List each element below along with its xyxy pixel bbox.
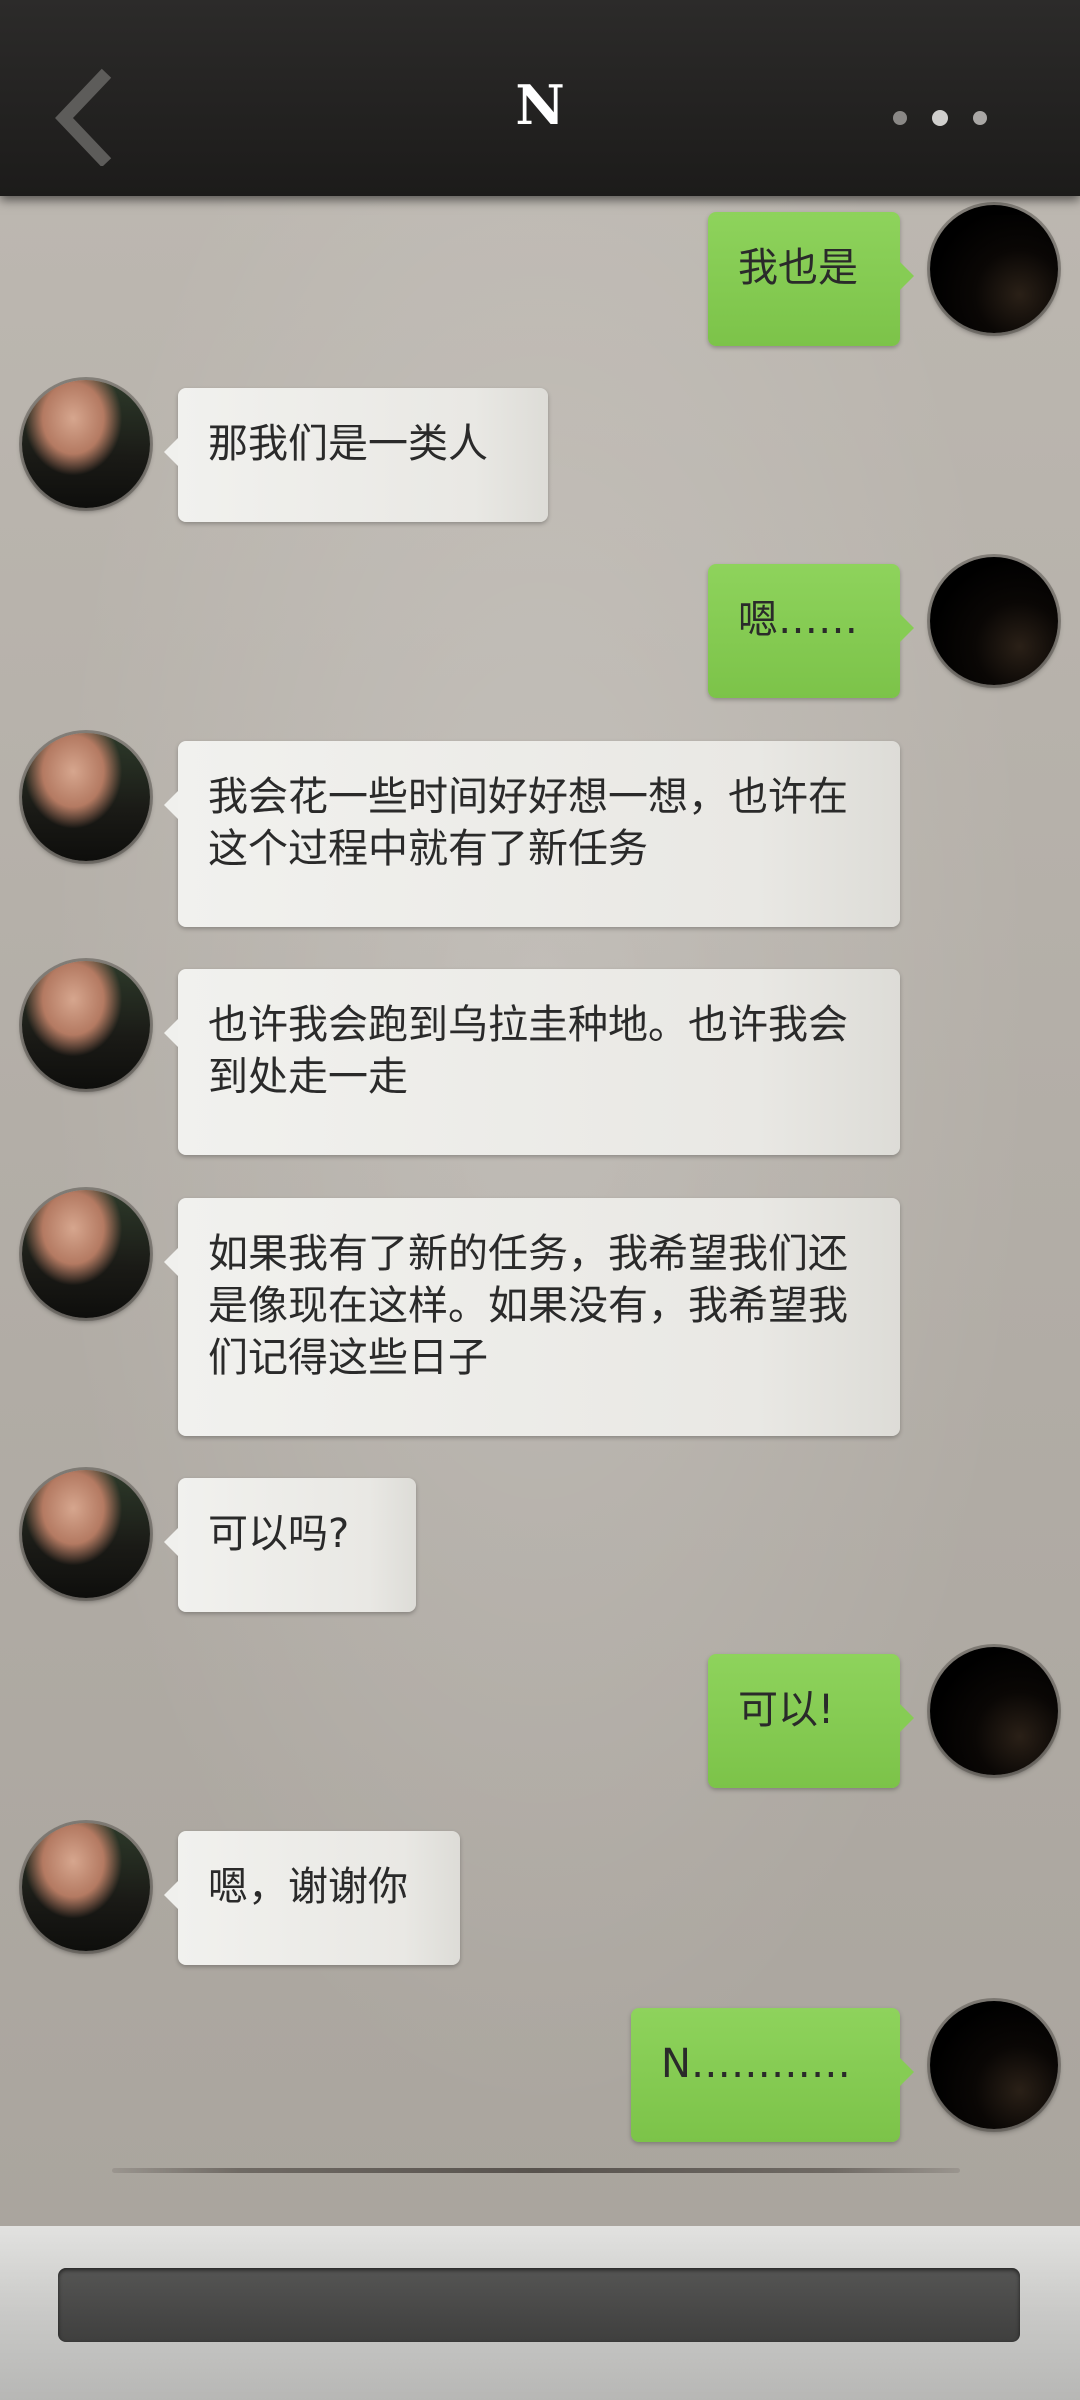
more-options-button[interactable] [880,94,1000,142]
message-bubble-outgoing[interactable]: 嗯…… [708,564,914,698]
contact-avatar[interactable] [22,1823,150,1951]
message-bubble-incoming[interactable]: 可以吗? [164,1478,416,1612]
contact-avatar[interactable] [22,1190,150,1318]
my-avatar[interactable] [930,1647,1058,1775]
my-avatar[interactable] [930,557,1058,685]
contact-avatar[interactable] [22,961,150,1089]
more-dots-icon [893,110,987,126]
my-avatar[interactable] [930,2001,1058,2129]
contact-avatar[interactable] [22,733,150,861]
message-bubble-outgoing[interactable]: N………… [631,2008,914,2142]
message-bubble-outgoing[interactable]: 我也是 [708,212,914,346]
chat-header: N [0,0,1080,196]
my-avatar[interactable] [930,205,1058,333]
message-bubble-outgoing[interactable]: 可以! [708,1654,914,1788]
message-bubble-incoming[interactable]: 嗯，谢谢你 [164,1831,460,1965]
message-bubble-incoming[interactable]: 我会花一些时间好好想一想，也许在这个过程中就有了新任务 [164,741,900,927]
contact-avatar[interactable] [22,380,150,508]
message-bubble-incoming[interactable]: 如果我有了新的任务，我希望我们还是像现在这样。如果没有，我希望我们记得这些日子 [164,1198,900,1436]
contact-avatar[interactable] [22,1470,150,1598]
message-list[interactable]: 我也是 那我们是一类人 嗯…… 我会花一些时间好好想一想，也许在这个过程中就有了… [0,196,1080,2226]
message-bubble-incoming[interactable]: 也许我会跑到乌拉圭种地。也许我会到处走一走 [164,969,900,1155]
scroll-divider [112,2168,960,2173]
message-bubble-incoming[interactable]: 那我们是一类人 [164,388,548,522]
input-area [0,2226,1080,2400]
message-input[interactable] [58,2268,1020,2342]
